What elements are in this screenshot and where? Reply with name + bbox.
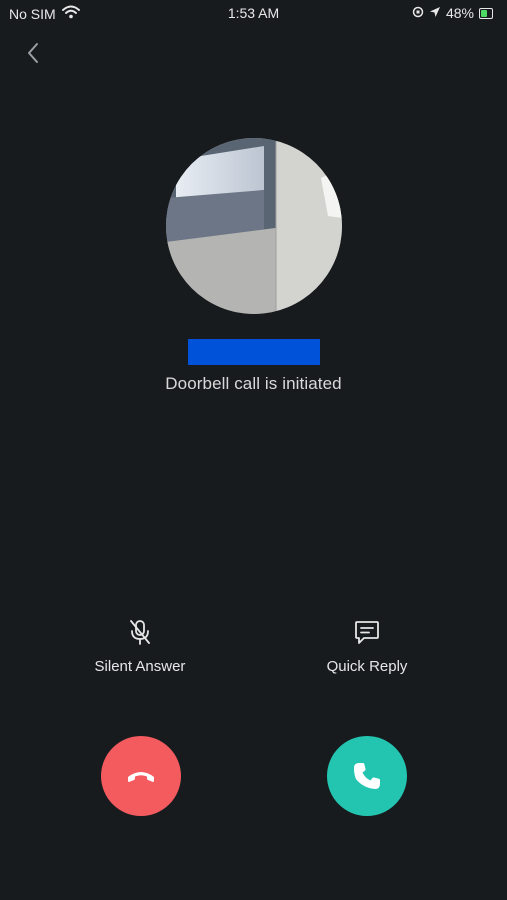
phone-icon bbox=[354, 763, 380, 789]
location-icon bbox=[429, 5, 441, 21]
decline-call-button[interactable] bbox=[101, 736, 181, 816]
phone-hangup-icon bbox=[128, 772, 154, 782]
battery-fill bbox=[481, 9, 487, 17]
back-button[interactable] bbox=[18, 38, 48, 68]
orientation-lock-icon bbox=[412, 5, 424, 21]
quick-reply-button[interactable]: Quick Reply bbox=[297, 616, 437, 675]
accept-call-button[interactable] bbox=[327, 736, 407, 816]
battery-percent: 48% bbox=[445, 5, 474, 21]
battery-icon bbox=[479, 7, 493, 19]
silent-answer-label: Silent Answer bbox=[94, 658, 186, 675]
caller-name-redacted bbox=[188, 339, 320, 365]
silent-answer-button[interactable]: Silent Answer bbox=[70, 616, 210, 675]
chevron-left-icon bbox=[28, 43, 38, 63]
quick-reply-label: Quick Reply bbox=[326, 658, 408, 675]
chat-bubble-icon bbox=[355, 621, 379, 644]
caller-avatar bbox=[166, 138, 342, 314]
status-bar: No SIM 1:53 AM 48% bbox=[0, 0, 507, 28]
call-status-text: Doorbell call is initiated bbox=[165, 374, 342, 393]
status-right: 48% bbox=[412, 5, 493, 21]
mic-off-icon bbox=[130, 620, 150, 645]
